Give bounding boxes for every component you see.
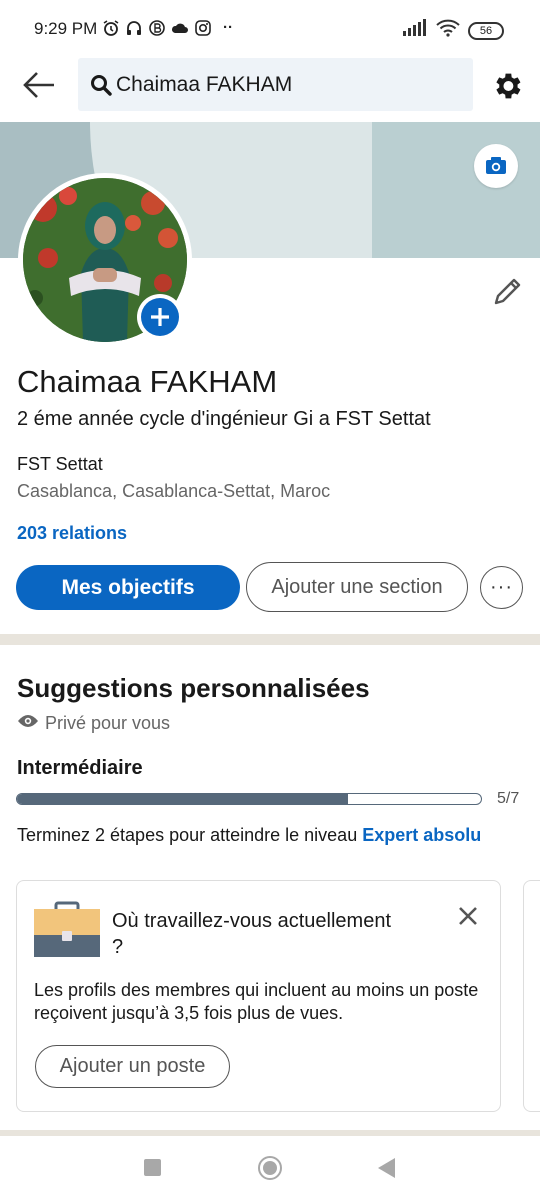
suggestions-title: Suggestions personnalisées (17, 673, 370, 703)
next-suggestion-card[interactable] (523, 880, 540, 1112)
eye-icon (17, 713, 39, 734)
add-position-button[interactable]: Ajouter un poste (35, 1045, 230, 1088)
profile-company: FST Settat (17, 454, 103, 474)
pencil-icon[interactable] (490, 275, 524, 309)
status-notification-icons: ·· (102, 19, 239, 37)
briefcase-icon (34, 901, 100, 959)
home-icon[interactable] (258, 1156, 282, 1180)
signal-icon (402, 19, 428, 42)
goals-button[interactable]: Mes objectifs (16, 565, 240, 610)
level-label: Intermédiaire (17, 757, 143, 779)
progress-hint: Terminez 2 étapes pour atteindre le nive… (17, 825, 481, 846)
headphones-icon (125, 19, 143, 37)
profile-name: Chaimaa FAKHAM (17, 364, 278, 399)
more-options-button[interactable]: ··· (480, 566, 523, 609)
top-bar: Chaimaa FAKHAM (0, 58, 540, 122)
more-notifications-indicator: ·· (223, 19, 233, 36)
alarm-icon (102, 19, 120, 37)
system-navbar (0, 1136, 540, 1200)
recents-icon[interactable] (144, 1159, 161, 1176)
status-system-icons: 56 (402, 19, 504, 42)
card-title: Où travaillez-vous actuellement ? (112, 910, 392, 958)
section-divider (0, 634, 540, 645)
battery-icon: 56 (468, 21, 504, 40)
instagram-icon (194, 19, 212, 37)
progress-fill (17, 794, 349, 804)
gear-icon[interactable] (490, 69, 524, 103)
visibility-label: Privé pour vous (17, 713, 170, 734)
progress-count: 5/7 (497, 790, 520, 807)
profile-strength-progress (16, 793, 482, 805)
cloud-icon (171, 19, 189, 37)
search-value: Chaimaa FAKHAM (116, 73, 293, 96)
visibility-text: Privé pour vous (45, 713, 171, 733)
status-time: 9:29 PM (34, 19, 98, 38)
search-icon (90, 74, 112, 96)
add-section-button[interactable]: Ajouter une section (246, 562, 468, 612)
close-icon[interactable] (455, 903, 481, 929)
back-icon[interactable] (378, 1158, 395, 1178)
hint-link[interactable]: Expert absolu (362, 825, 481, 845)
profile-headline: 2 éme année cycle d'ingénieur Gi a FST S… (17, 408, 431, 430)
wifi-icon (436, 19, 460, 42)
connections-link[interactable]: 203 relations (17, 523, 127, 544)
camera-icon[interactable] (474, 144, 518, 188)
back-arrow-icon[interactable] (22, 70, 56, 100)
profile-location: Casablanca, Casablanca-Settat, Maroc (17, 481, 331, 501)
plus-icon (141, 298, 179, 336)
hint-text: Terminez 2 étapes pour atteindre le nive… (17, 825, 363, 845)
search-input[interactable]: Chaimaa FAKHAM (78, 58, 473, 111)
b-badge-icon (148, 19, 166, 37)
suggestion-card: Où travaillez-vous actuellement ? Les pr… (16, 880, 501, 1112)
add-photo-button[interactable] (137, 294, 183, 340)
status-bar: 9:29 PM ·· 56 (0, 0, 540, 58)
card-description: Les profils des membres qui incluent au … (34, 980, 479, 1023)
